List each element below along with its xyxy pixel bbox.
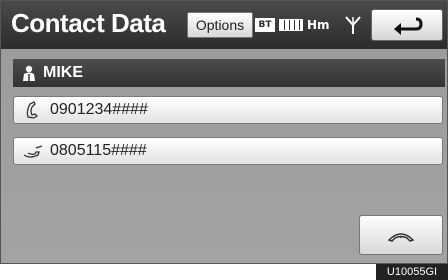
call-button[interactable]	[359, 215, 443, 255]
contact-name-bar: MIKE	[13, 59, 445, 87]
figure-code-label: U10055GI	[376, 264, 448, 280]
back-button[interactable]	[371, 9, 443, 41]
hm-status-label: Hm	[307, 18, 330, 32]
status-indicators: BT Hm	[255, 14, 362, 36]
person-icon	[23, 65, 35, 81]
battery-icon	[279, 19, 303, 31]
phone-number-row[interactable]: 0901234####	[13, 96, 443, 124]
call-icon	[387, 233, 415, 242]
phone-number-text: 0901234####	[50, 101, 148, 118]
mobile-phone-icon	[26, 101, 39, 119]
contact-data-screen: Contact Data Options BT Hm MIKE 0901234#…	[0, 0, 448, 264]
home-phone-icon	[23, 145, 43, 158]
phone-number-row[interactable]: 0805115####	[13, 137, 443, 165]
page-title: Contact Data	[11, 8, 166, 38]
contact-name: MIKE	[43, 64, 83, 81]
back-arrow-icon	[394, 17, 423, 35]
options-button[interactable]: Options	[187, 12, 253, 38]
bluetooth-icon: BT	[255, 18, 275, 32]
title-bar: Contact Data Options BT Hm	[1, 1, 447, 49]
antenna-icon	[344, 16, 361, 34]
phone-number-text: 0805115####	[50, 142, 147, 159]
